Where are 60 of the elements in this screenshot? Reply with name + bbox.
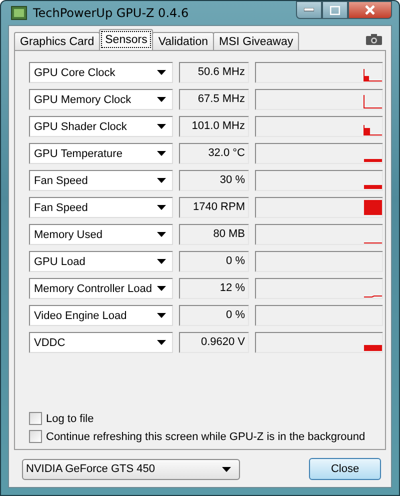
close-dialog-button[interactable]: Close (309, 458, 381, 480)
sensor-reading: 12 % (179, 278, 249, 299)
sensor-dropdown[interactable]: Memory Used (29, 224, 173, 245)
checkbox-label: Continue refreshing this screen while GPU-Z is in the background (46, 430, 366, 442)
graph-trace-drawing (364, 185, 382, 189)
sensor-dropdown[interactable]: GPU Load (29, 251, 173, 272)
sensor-reading: 80 MB (179, 224, 249, 245)
close-button[interactable] (348, 1, 392, 19)
minimize-button[interactable] (296, 1, 322, 19)
sensor-dropdown[interactable]: VDDC (29, 332, 173, 353)
sensor-dropdown[interactable]: Video Engine Load (29, 305, 173, 326)
sensor-reading: 1740 RPM (179, 197, 249, 218)
caret-icon (157, 286, 166, 291)
caret-icon (157, 97, 166, 102)
caret-icon (157, 259, 166, 264)
sensor-reading: 0 % (179, 251, 249, 272)
checkbox[interactable] (29, 430, 42, 443)
caret-icon (157, 151, 166, 156)
sensor-dropdown[interactable]: GPU Temperature (29, 143, 173, 164)
graph-trace-drawing (364, 68, 382, 82)
sensor-reading: 0.9620 V (179, 332, 249, 353)
tab[interactable]: Sensors (99, 29, 154, 50)
caret-icon (157, 124, 166, 129)
sensor-reading: 50.6 MHz (179, 62, 249, 83)
sensor-dropdown[interactable]: Fan Speed (29, 197, 173, 218)
graph-trace-drawing (364, 159, 382, 162)
graph-trace-drawing (364, 200, 382, 215)
sensor-reading: 101.0 MHz (179, 116, 249, 137)
app-icon (11, 6, 27, 20)
sensor-reading: 67.5 MHz (179, 89, 249, 110)
sensor-reading: 30 % (179, 170, 249, 191)
caret-icon (222, 466, 231, 472)
close-icon (364, 5, 376, 15)
graph-trace-drawing (364, 94, 382, 108)
camera-icon[interactable] (366, 34, 382, 45)
tab[interactable]: Validation (152, 32, 214, 50)
caret-icon (157, 70, 166, 75)
caret-icon (157, 232, 166, 237)
sensor-dropdown[interactable]: GPU Shader Clock (29, 116, 173, 137)
graph-trace-drawing (364, 124, 382, 136)
maximize-button[interactable] (322, 1, 348, 19)
sensor-dropdown[interactable]: GPU Core Clock (29, 62, 173, 83)
caret-icon (157, 178, 166, 183)
window-title: TechPowerUp GPU-Z 0.4.6 (33, 6, 189, 20)
sensor-dropdown[interactable]: GPU Memory Clock (29, 89, 173, 110)
sensor-reading: 0 % (179, 305, 249, 326)
sensor-reading: 32.0 °C (179, 143, 249, 164)
tab[interactable]: MSI Giveaway (212, 32, 300, 50)
card-dropdown[interactable]: NVIDIA GeForce GTS 450 (22, 458, 240, 480)
tab[interactable]: Graphics Card (14, 32, 100, 50)
caret-icon (157, 313, 166, 318)
sensor-dropdown[interactable]: Memory Controller Load (29, 278, 173, 299)
maximize-icon (330, 6, 340, 14)
sensor-dropdown[interactable]: Fan Speed (29, 170, 173, 191)
minimize-icon (304, 8, 314, 12)
checkbox-label: Log to file (46, 412, 94, 424)
caret-icon (157, 205, 166, 210)
caret-icon (157, 340, 166, 345)
checkbox[interactable] (29, 412, 42, 425)
graph-trace-drawing (364, 345, 382, 351)
